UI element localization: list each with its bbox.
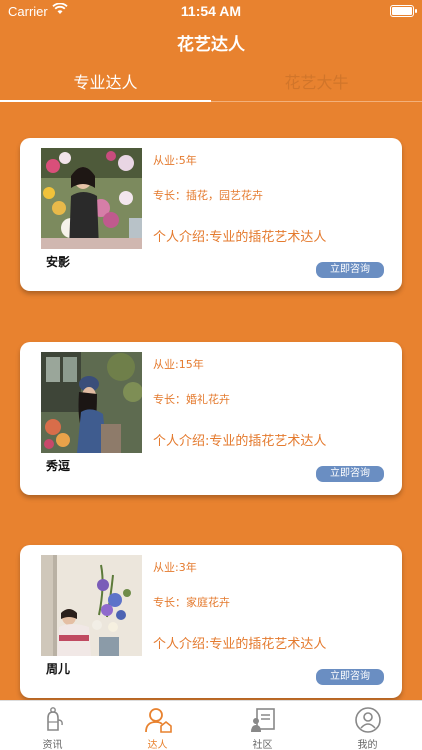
expert-introduction: 个人介绍:专业的插花艺术达人 [153,637,327,652]
expert-photo [41,352,142,453]
tabbar-item-news[interactable]: 资讯 [0,701,105,750]
consult-now-button[interactable]: 立即咨询 [316,262,384,278]
expert-name: 安影 [46,255,71,269]
active-tab-indicator [0,100,211,102]
expert-specialty: 专长：婚礼花卉 [153,393,230,406]
expert-introduction: 个人介绍:专业的插花艺术达人 [153,230,327,245]
consult-now-button[interactable]: 立即咨询 [316,669,384,685]
tabbar-label: 社区 [252,740,273,750]
bottom-tab-bar: 资讯 达人 社区 我的 [0,700,422,750]
tabbar-item-community[interactable]: 社区 [210,701,315,750]
expert-specialty: 专长：家庭花卉 [153,596,230,609]
expert-introduction: 个人介绍:专业的插花艺术达人 [153,434,327,449]
tabbar-label: 我的 [357,740,378,750]
consult-now-button[interactable]: 立即咨询 [316,466,384,482]
tabbar-item-experts[interactable]: 达人 [105,701,210,750]
tabbar-label: 资讯 [42,740,63,750]
years-of-experience: 从业:15年 [153,358,204,371]
expert-specialty: 专长：插花，园艺花卉 [153,189,263,202]
expert-card[interactable]: 安影 从业:5年 专长：插花，园艺花卉 个人介绍:专业的插花艺术达人 立即咨询 [20,138,402,291]
status-bar: Carrier 11:54 AM [0,0,422,24]
clock: 11:54 AM [180,3,242,19]
expert-card[interactable]: 周儿 从业:3年 专长：家庭花卉 个人介绍:专业的插花艺术达人 立即咨询 [20,545,402,698]
expert-name: 周儿 [46,662,71,676]
tab-floral-masters[interactable]: 花艺大牛 [211,64,422,102]
years-of-experience: 从业:3年 [153,561,197,574]
news-icon [39,706,67,734]
tab-professional-experts[interactable]: 专业达人 [0,64,211,102]
expert-icon [144,706,172,734]
tabbar-item-profile[interactable]: 我的 [315,701,420,750]
battery-icon [390,5,417,17]
expert-photo [41,148,142,249]
segment-tabs: 专业达人 花艺大牛 [0,64,422,102]
expert-card[interactable]: 秀逗 从业:15年 专长：婚礼花卉 个人介绍:专业的插花艺术达人 立即咨询 [20,342,402,495]
years-of-experience: 从业:5年 [153,154,197,167]
profile-icon [354,706,382,734]
community-icon [249,706,277,734]
expert-name: 秀逗 [46,459,71,473]
expert-photo [41,555,142,656]
page-title: 花艺达人 [177,35,245,55]
tab-divider [211,101,422,102]
tabbar-label: 达人 [147,740,168,750]
